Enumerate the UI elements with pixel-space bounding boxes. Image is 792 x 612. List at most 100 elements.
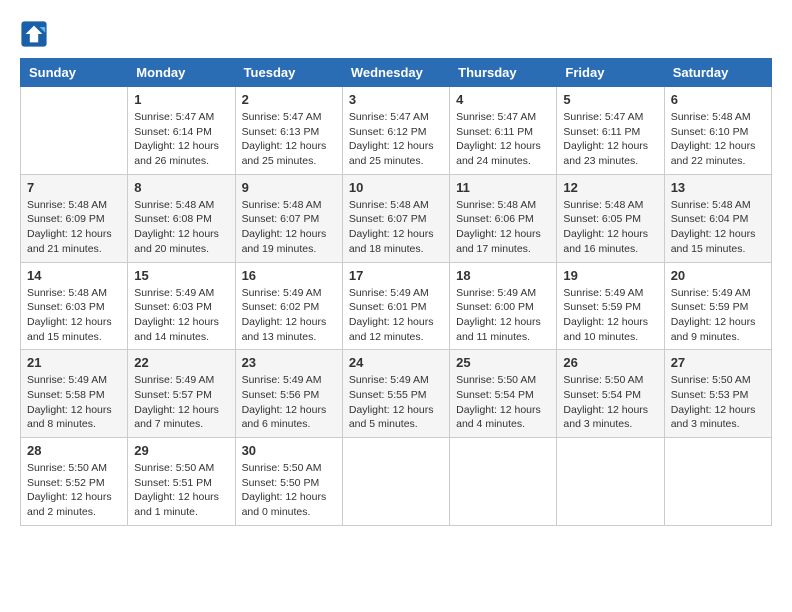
calendar-cell [557, 438, 664, 526]
day-number: 9 [242, 180, 336, 195]
logo-icon [20, 20, 48, 48]
calendar-cell: 27 Sunrise: 5:50 AM Sunset: 5:53 PM Dayli… [664, 350, 771, 438]
day-number: 13 [671, 180, 765, 195]
calendar-cell: 22 Sunrise: 5:49 AM Sunset: 5:57 PM Dayli… [128, 350, 235, 438]
day-number: 18 [456, 268, 550, 283]
day-of-week-wednesday: Wednesday [342, 59, 449, 87]
day-number: 4 [456, 92, 550, 107]
day-number: 19 [563, 268, 657, 283]
calendar-cell: 16 Sunrise: 5:49 AM Sunset: 6:02 PM Dayli… [235, 262, 342, 350]
calendar-cell: 3 Sunrise: 5:47 AM Sunset: 6:12 PM Daylig… [342, 87, 449, 175]
day-number: 21 [27, 355, 121, 370]
calendar-cell: 17 Sunrise: 5:49 AM Sunset: 6:01 PM Dayli… [342, 262, 449, 350]
calendar-cell: 18 Sunrise: 5:49 AM Sunset: 6:00 PM Dayli… [450, 262, 557, 350]
calendar-cell: 30 Sunrise: 5:50 AM Sunset: 5:50 PM Dayli… [235, 438, 342, 526]
calendar-cell [664, 438, 771, 526]
calendar-cell: 10 Sunrise: 5:48 AM Sunset: 6:07 PM Dayli… [342, 174, 449, 262]
day-info: Sunrise: 5:50 AM Sunset: 5:54 PM Dayligh… [456, 373, 550, 432]
day-number: 24 [349, 355, 443, 370]
calendar-cell: 23 Sunrise: 5:49 AM Sunset: 5:56 PM Dayli… [235, 350, 342, 438]
day-number: 29 [134, 443, 228, 458]
calendar-cell: 1Sunrise: 5:47 AM Sunset: 6:14 PM Daylig… [128, 87, 235, 175]
day-number: 2 [242, 92, 336, 107]
day-number: 10 [349, 180, 443, 195]
day-info: Sunrise: 5:50 AM Sunset: 5:52 PM Dayligh… [27, 461, 121, 520]
day-info: Sunrise: 5:47 AM Sunset: 6:11 PM Dayligh… [456, 110, 550, 169]
day-info: Sunrise: 5:50 AM Sunset: 5:51 PM Dayligh… [134, 461, 228, 520]
day-number: 26 [563, 355, 657, 370]
day-number: 17 [349, 268, 443, 283]
day-number: 7 [27, 180, 121, 195]
calendar-cell: 24 Sunrise: 5:49 AM Sunset: 5:55 PM Dayli… [342, 350, 449, 438]
day-number: 11 [456, 180, 550, 195]
day-info: Sunrise: 5:49 AM Sunset: 6:01 PM Dayligh… [349, 286, 443, 345]
day-number: 6 [671, 92, 765, 107]
day-info: Sunrise: 5:47 AM Sunset: 6:12 PM Dayligh… [349, 110, 443, 169]
day-number: 25 [456, 355, 550, 370]
day-number: 30 [242, 443, 336, 458]
day-of-week-saturday: Saturday [664, 59, 771, 87]
day-number: 23 [242, 355, 336, 370]
day-info: Sunrise: 5:49 AM Sunset: 5:57 PM Dayligh… [134, 373, 228, 432]
day-number: 15 [134, 268, 228, 283]
day-number: 3 [349, 92, 443, 107]
day-of-week-friday: Friday [557, 59, 664, 87]
day-of-week-tuesday: Tuesday [235, 59, 342, 87]
day-info: Sunrise: 5:47 AM Sunset: 6:13 PM Dayligh… [242, 110, 336, 169]
day-number: 1 [134, 92, 228, 107]
day-info: Sunrise: 5:48 AM Sunset: 6:06 PM Dayligh… [456, 198, 550, 257]
day-number: 28 [27, 443, 121, 458]
day-info: Sunrise: 5:49 AM Sunset: 5:58 PM Dayligh… [27, 373, 121, 432]
calendar-cell: 6 Sunrise: 5:48 AM Sunset: 6:10 PM Daylig… [664, 87, 771, 175]
calendar-cell: 12 Sunrise: 5:48 AM Sunset: 6:05 PM Dayli… [557, 174, 664, 262]
day-info: Sunrise: 5:50 AM Sunset: 5:50 PM Dayligh… [242, 461, 336, 520]
calendar-cell: 15 Sunrise: 5:49 AM Sunset: 6:03 PM Dayli… [128, 262, 235, 350]
calendar-cell: 19 Sunrise: 5:49 AM Sunset: 5:59 PM Dayli… [557, 262, 664, 350]
calendar-cell [450, 438, 557, 526]
day-number: 22 [134, 355, 228, 370]
day-number: 8 [134, 180, 228, 195]
day-info: Sunrise: 5:50 AM Sunset: 5:54 PM Dayligh… [563, 373, 657, 432]
day-info: Sunrise: 5:48 AM Sunset: 6:07 PM Dayligh… [349, 198, 443, 257]
calendar-cell [21, 87, 128, 175]
day-info: Sunrise: 5:48 AM Sunset: 6:10 PM Dayligh… [671, 110, 765, 169]
day-of-week-sunday: Sunday [21, 59, 128, 87]
day-info: Sunrise: 5:49 AM Sunset: 6:02 PM Dayligh… [242, 286, 336, 345]
day-info: Sunrise: 5:49 AM Sunset: 6:03 PM Dayligh… [134, 286, 228, 345]
day-info: Sunrise: 5:48 AM Sunset: 6:07 PM Dayligh… [242, 198, 336, 257]
day-info: Sunrise: 5:49 AM Sunset: 6:00 PM Dayligh… [456, 286, 550, 345]
calendar-cell: 8 Sunrise: 5:48 AM Sunset: 6:08 PM Daylig… [128, 174, 235, 262]
day-of-week-monday: Monday [128, 59, 235, 87]
day-number: 20 [671, 268, 765, 283]
day-info: Sunrise: 5:48 AM Sunset: 6:09 PM Dayligh… [27, 198, 121, 257]
day-number: 5 [563, 92, 657, 107]
day-info: Sunrise: 5:48 AM Sunset: 6:08 PM Dayligh… [134, 198, 228, 257]
day-info: Sunrise: 5:47 AM Sunset: 6:11 PM Dayligh… [563, 110, 657, 169]
calendar-cell: 9 Sunrise: 5:48 AM Sunset: 6:07 PM Daylig… [235, 174, 342, 262]
day-info: Sunrise: 5:50 AM Sunset: 5:53 PM Dayligh… [671, 373, 765, 432]
calendar-cell: 11 Sunrise: 5:48 AM Sunset: 6:06 PM Dayli… [450, 174, 557, 262]
calendar-cell [342, 438, 449, 526]
calendar-cell: 13 Sunrise: 5:48 AM Sunset: 6:04 PM Dayli… [664, 174, 771, 262]
day-number: 16 [242, 268, 336, 283]
day-info: Sunrise: 5:49 AM Sunset: 5:55 PM Dayligh… [349, 373, 443, 432]
day-number: 14 [27, 268, 121, 283]
calendar-cell: 14 Sunrise: 5:48 AM Sunset: 6:03 PM Dayli… [21, 262, 128, 350]
day-info: Sunrise: 5:49 AM Sunset: 5:59 PM Dayligh… [563, 286, 657, 345]
calendar-cell: 7 Sunrise: 5:48 AM Sunset: 6:09 PM Daylig… [21, 174, 128, 262]
day-number: 27 [671, 355, 765, 370]
calendar-cell: 26 Sunrise: 5:50 AM Sunset: 5:54 PM Dayli… [557, 350, 664, 438]
calendar-cell: 29 Sunrise: 5:50 AM Sunset: 5:51 PM Dayli… [128, 438, 235, 526]
day-info: Sunrise: 5:49 AM Sunset: 5:56 PM Dayligh… [242, 373, 336, 432]
calendar-cell: 28 Sunrise: 5:50 AM Sunset: 5:52 PM Dayli… [21, 438, 128, 526]
logo [20, 20, 52, 48]
calendar-cell: 21 Sunrise: 5:49 AM Sunset: 5:58 PM Dayli… [21, 350, 128, 438]
day-number: 12 [563, 180, 657, 195]
day-info: Sunrise: 5:48 AM Sunset: 6:04 PM Dayligh… [671, 198, 765, 257]
day-info: Sunrise: 5:48 AM Sunset: 6:03 PM Dayligh… [27, 286, 121, 345]
calendar-table: SundayMondayTuesdayWednesdayThursdayFrid… [20, 58, 772, 526]
day-info: Sunrise: 5:49 AM Sunset: 5:59 PM Dayligh… [671, 286, 765, 345]
calendar-cell: 5 Sunrise: 5:47 AM Sunset: 6:11 PM Daylig… [557, 87, 664, 175]
day-info: Sunrise: 5:48 AM Sunset: 6:05 PM Dayligh… [563, 198, 657, 257]
day-of-week-thursday: Thursday [450, 59, 557, 87]
